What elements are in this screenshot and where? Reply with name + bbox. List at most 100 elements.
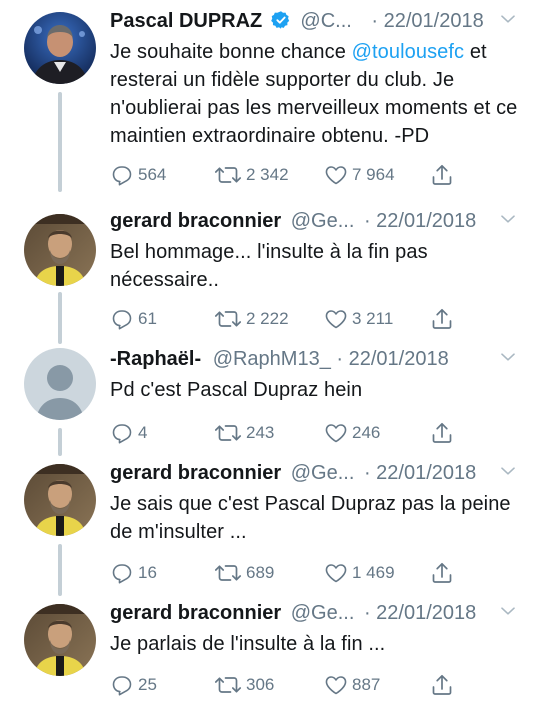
retweet-button[interactable]: 306 — [214, 672, 274, 698]
avatar[interactable] — [24, 214, 96, 286]
author-name[interactable]: gerard braconnier — [110, 462, 281, 484]
tweet-header: gerard braconnier @Ge... · 22/01/2018 — [110, 598, 520, 628]
avatar[interactable] — [24, 604, 96, 676]
reply-count: 61 — [138, 309, 157, 328]
share-icon — [430, 673, 454, 697]
tweet-date[interactable]: · 22/01/2018 — [371, 10, 483, 32]
tweet-date[interactable]: · 22/01/2018 — [364, 602, 476, 624]
like-button[interactable]: 1 469 — [324, 560, 395, 586]
author-name[interactable]: -Raphaël- — [110, 348, 201, 370]
reply-button[interactable]: 4 — [110, 420, 147, 446]
avatar-photo — [24, 604, 96, 676]
author-handle[interactable]: @Ge... — [291, 210, 355, 232]
like-button[interactable]: 887 — [324, 672, 380, 698]
retweet-count: 243 — [246, 423, 275, 442]
tweet-text: Bel hommage... l'insulte à la fin pas né… — [110, 241, 428, 291]
share-button[interactable] — [430, 162, 454, 188]
avatar-photo — [24, 464, 96, 536]
author-name[interactable]: gerard braconnier — [110, 602, 281, 624]
like-icon — [324, 561, 348, 585]
chevron-down-icon[interactable] — [500, 466, 516, 476]
default-avatar-icon — [24, 348, 96, 420]
share-button[interactable] — [430, 420, 454, 446]
tweet-header: gerard braconnier @Ge... · 22/01/2018 — [110, 206, 520, 236]
reply-icon — [110, 307, 134, 331]
avatar-photo — [24, 214, 96, 286]
tweet[interactable]: gerard braconnier @Ge... · 22/01/2018 Je… — [0, 596, 540, 707]
reply-icon — [110, 673, 134, 697]
author-name[interactable]: gerard braconnier — [110, 210, 281, 232]
tweet[interactable]: gerard braconnier @Ge... · 22/01/2018 Be… — [0, 200, 540, 338]
chevron-down-icon[interactable] — [500, 214, 516, 224]
retweet-count: 689 — [246, 563, 275, 582]
like-count: 3 211 — [352, 309, 394, 328]
like-icon — [324, 673, 348, 697]
tweet-text: Je parlais de l'insulte à la fin ... — [110, 633, 386, 655]
retweet-button[interactable]: 2 342 — [214, 162, 289, 188]
tweet-text-part: Je souhaite bonne chance — [110, 41, 352, 63]
reply-icon — [110, 163, 134, 187]
retweet-icon — [214, 163, 242, 187]
like-button[interactable]: 246 — [324, 420, 380, 446]
tweet[interactable]: Pascal DUPRAZ @C... · 22/01/2018 Je souh… — [0, 0, 540, 200]
tweet-header: gerard braconnier @Ge... · 22/01/2018 — [110, 458, 520, 488]
tweet-header: -Raphaël- @RaphM13_ · 22/01/2018 — [110, 344, 520, 374]
tweet-date[interactable]: · 22/01/2018 — [364, 462, 476, 484]
avatar-photo — [24, 12, 96, 84]
like-count: 1 469 — [352, 563, 395, 582]
reply-button[interactable]: 564 — [110, 162, 166, 188]
retweet-icon — [214, 561, 242, 585]
like-button[interactable]: 3 211 — [324, 306, 393, 332]
chevron-down-icon[interactable] — [500, 14, 516, 24]
retweet-count: 2 222 — [246, 309, 289, 328]
share-icon — [430, 163, 454, 187]
author-handle[interactable]: @Ge... — [291, 462, 355, 484]
mention-link[interactable]: @toulousefc — [352, 41, 465, 63]
avatar[interactable] — [24, 464, 96, 536]
retweet-button[interactable]: 689 — [214, 560, 274, 586]
share-icon — [430, 421, 454, 445]
author-name[interactable]: Pascal DUPRAZ — [110, 10, 262, 32]
reply-icon — [110, 421, 134, 445]
retweet-icon — [214, 307, 242, 331]
tweet[interactable]: -Raphaël- @RaphM13_ · 22/01/2018 Pd c'es… — [0, 338, 540, 456]
author-handle[interactable]: @Ge... — [291, 602, 355, 624]
reply-count: 25 — [138, 675, 157, 694]
share-button[interactable] — [430, 672, 454, 698]
chevron-down-icon[interactable] — [500, 606, 516, 616]
tweet-date[interactable]: · 22/01/2018 — [336, 348, 448, 370]
share-icon — [430, 307, 454, 331]
reply-button[interactable]: 16 — [110, 560, 157, 586]
author-handle[interactable]: @RaphM13_ — [213, 348, 331, 370]
tweet-actions: 16 689 1 469 — [110, 560, 470, 586]
reply-button[interactable]: 25 — [110, 672, 157, 698]
tweet-actions: 4 243 246 — [110, 420, 470, 446]
like-icon — [324, 421, 348, 445]
retweet-count: 2 342 — [246, 165, 289, 184]
tweet[interactable]: gerard braconnier @Ge... · 22/01/2018 Je… — [0, 456, 540, 596]
tweet-header: Pascal DUPRAZ @C... · 22/01/2018 — [110, 6, 520, 36]
reply-count: 564 — [138, 165, 167, 184]
reply-count: 16 — [138, 563, 157, 582]
reply-button[interactable]: 61 — [110, 306, 157, 332]
avatar[interactable] — [24, 12, 96, 84]
tweet-text: Pd c'est Pascal Dupraz hein — [110, 379, 363, 401]
reply-count: 4 — [138, 423, 148, 442]
author-handle[interactable]: @C... — [300, 10, 351, 32]
tweet-date[interactable]: · 22/01/2018 — [364, 210, 476, 232]
share-button[interactable] — [430, 560, 454, 586]
verified-badge-icon — [271, 10, 291, 30]
retweet-count: 306 — [246, 675, 275, 694]
reply-icon — [110, 561, 134, 585]
avatar[interactable] — [24, 348, 96, 420]
retweet-button[interactable]: 243 — [214, 420, 274, 446]
chevron-down-icon[interactable] — [500, 352, 516, 362]
share-button[interactable] — [430, 306, 454, 332]
like-count: 246 — [352, 423, 381, 442]
tweet-actions: 25 306 887 — [110, 672, 470, 698]
tweet-text: Je souhaite bonne chance @toulousefc et … — [110, 38, 520, 150]
like-icon — [324, 307, 348, 331]
retweet-button[interactable]: 2 222 — [214, 306, 289, 332]
like-button[interactable]: 7 964 — [324, 162, 395, 188]
tweet-actions: 564 2 342 7 964 — [110, 162, 470, 188]
